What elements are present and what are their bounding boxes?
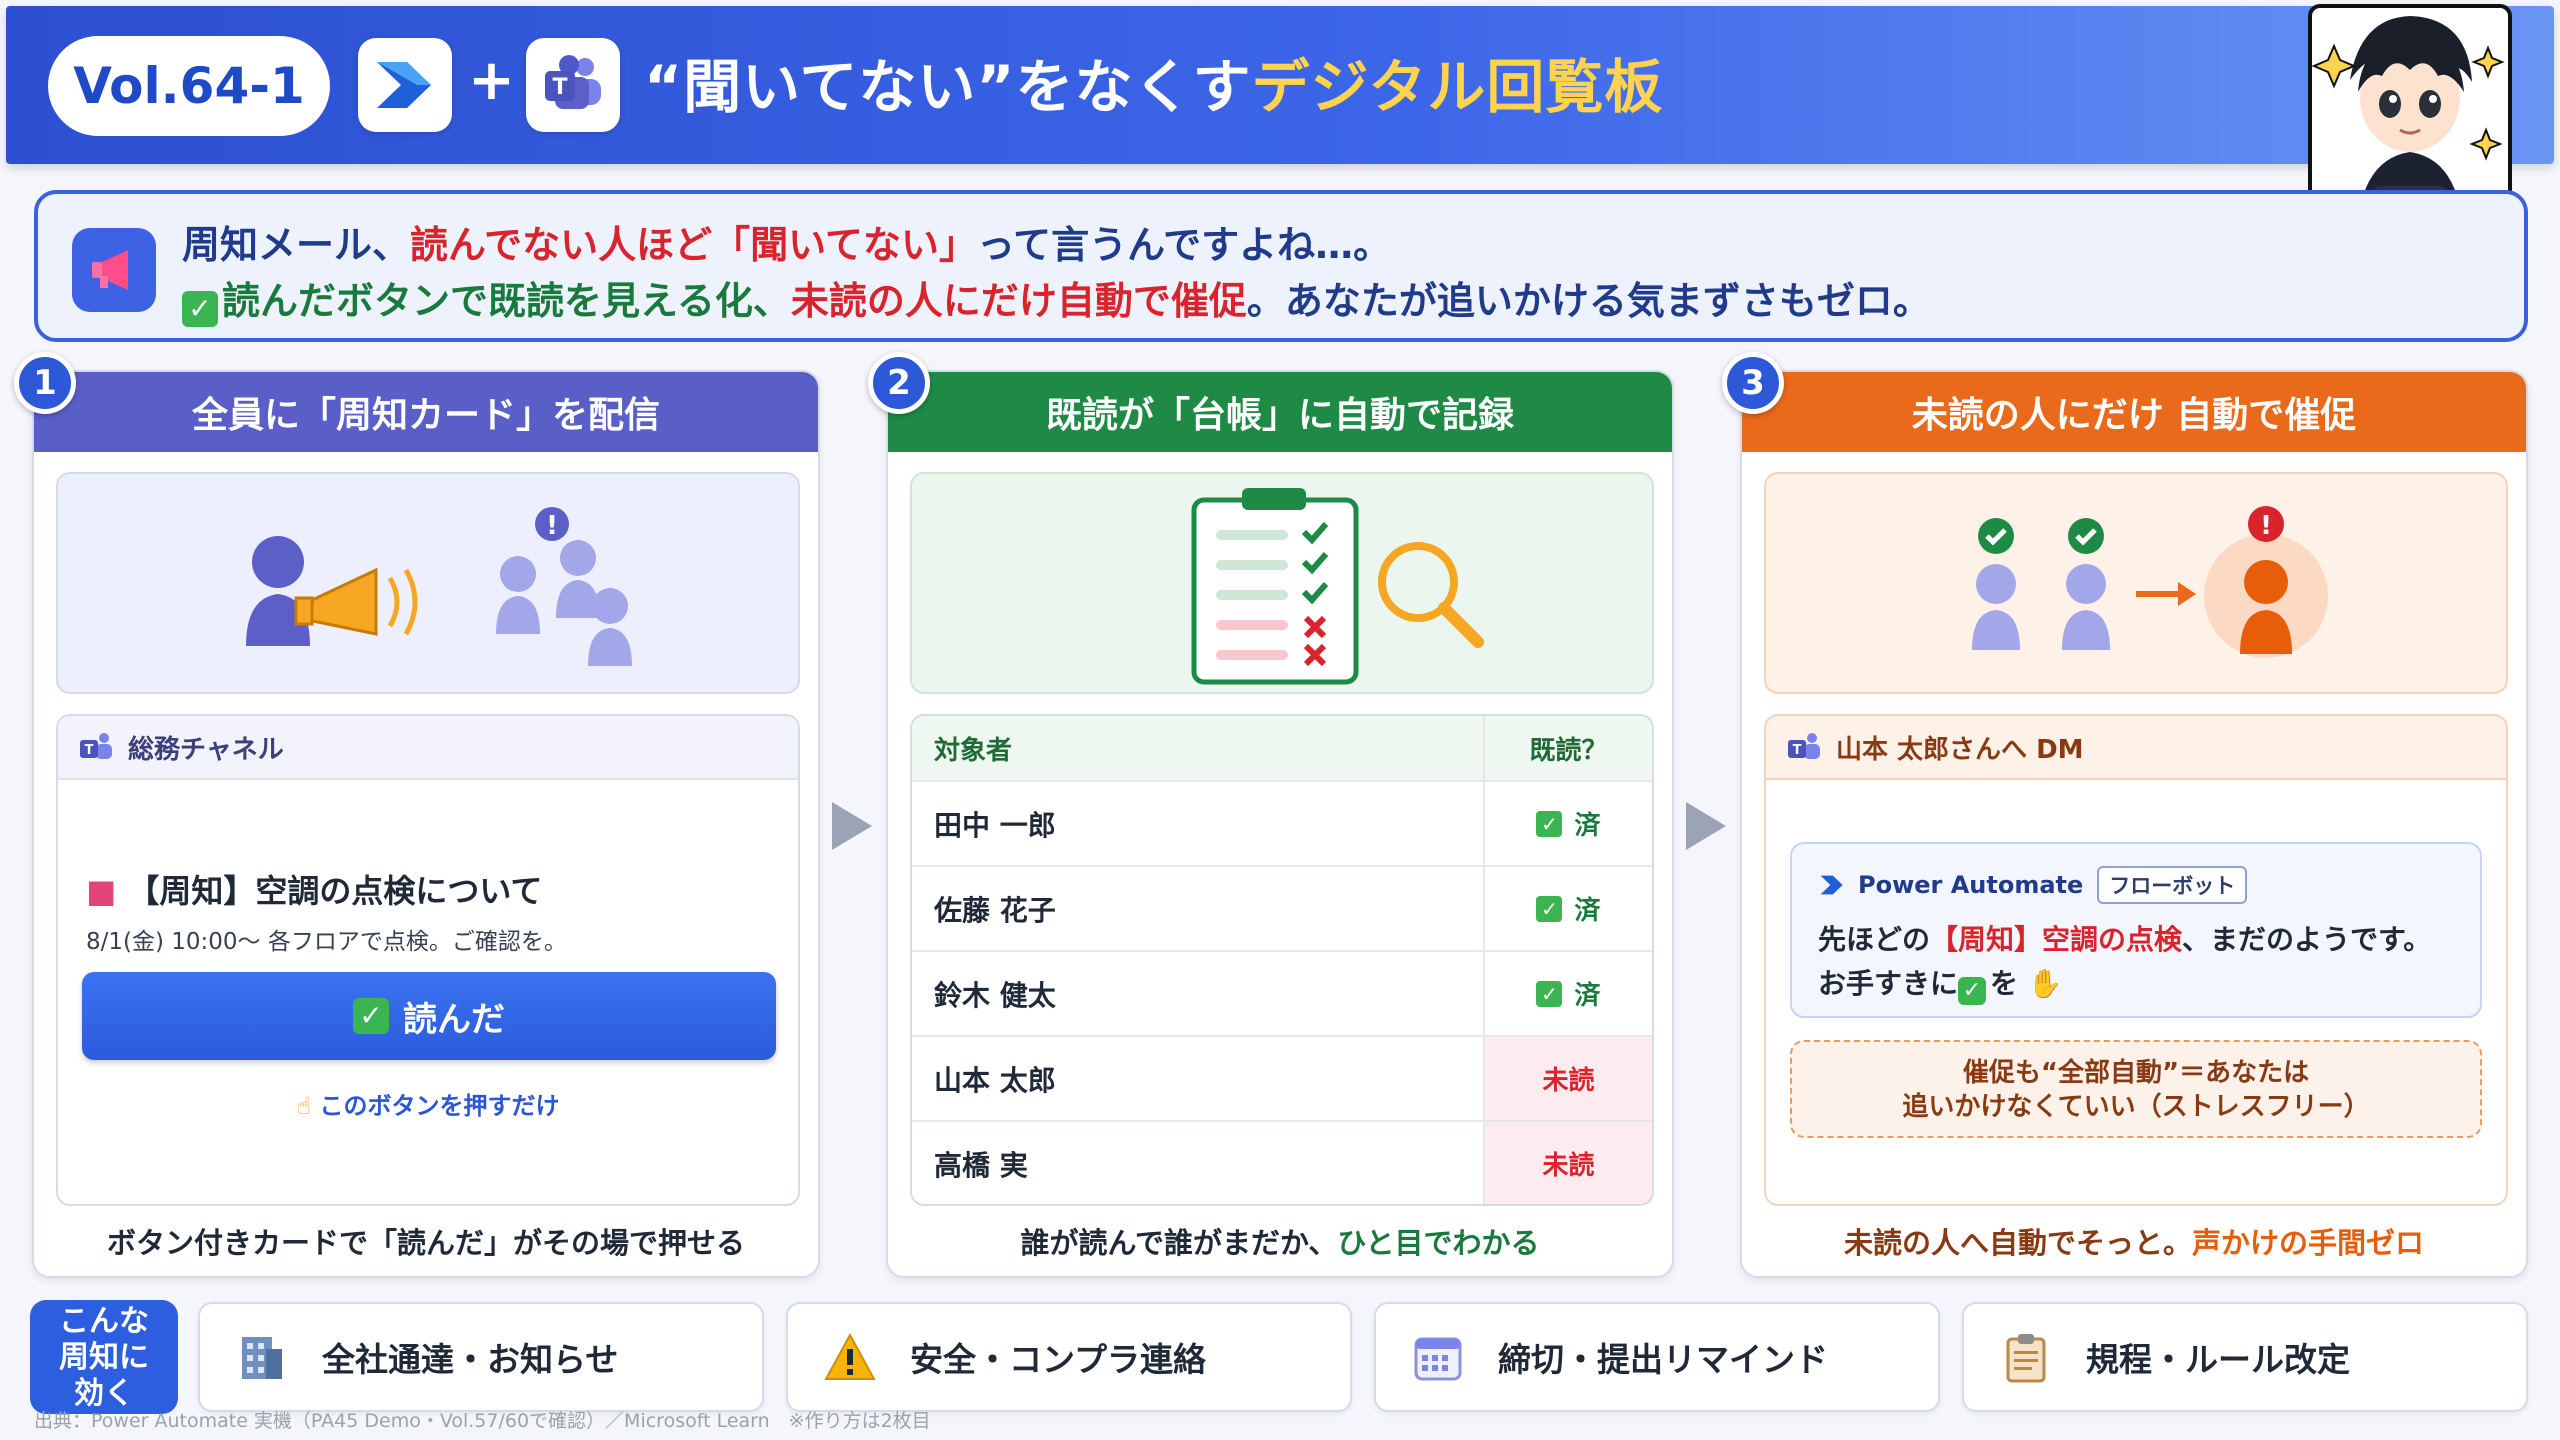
use-case-card: 締切・提出リマインド [1374,1302,1940,1412]
teams-card-preview: T 総務チャネル ■ 【周知】空調の点検について 8/1(金) 10:00〜 各… [56,714,800,1206]
bot-sender: Power Automate フローボット [1818,866,2248,904]
megaphone-icon [72,228,156,312]
table-row: 鈴木 健太 ✓ 済 [912,950,1652,1035]
use-cases-label: こんな 周知に 効く [30,1300,178,1414]
flow-arrow-icon [1686,802,1726,850]
read-button[interactable]: ✓ 読んだ [82,972,776,1060]
office-building-icon [242,1337,282,1379]
svg-text:T: T [552,75,567,100]
stress-free-note: 催促も“全部自動”＝あなたは 追いかけなくていい（ストレスフリー） [1790,1040,2482,1138]
bot-message-line-1: 先ほどの【周知】空調の点検、まだのようです。 [1818,923,2432,956]
step-1-caption: ボタン付きカードで「読んだ」がその場で押せる [106,1226,745,1260]
svg-text:T: T [85,743,94,758]
dm-preview: T 山本 太郎さんへ DM Power Automate フローボット 先ほどの… [1764,714,2508,1206]
step-2-caption: 誰が読んで誰がまだか、ひと目でわかる [1020,1226,1540,1260]
teams-app-icon: T [526,38,620,132]
teams-icon: T [80,733,112,759]
read-ledger-table: 対象者 既読？ 田中 一郎 ✓ 済 佐藤 花子 ✓ 済 鈴木 健太 ✓ 済 山本 太郎… [910,714,1654,1206]
ledger-illustration [910,472,1654,694]
table-row: 山本 太郎 未読 [912,1035,1652,1120]
teams-icon: T [1788,733,1820,759]
button-hint: ☝ このボタンを押すだけ [296,1092,560,1120]
svg-text:!: ! [2260,511,2272,541]
step-3-panel: 未読の人にだけ 自動で催促 ! T 山本 太郎さんへ DM Power Auto… [1740,370,2528,1278]
warning-icon [824,1332,876,1380]
pointing-hand-icon: ☝ [296,1092,320,1120]
check-icon: ✓ [182,291,218,327]
bot-message-line-2: お手すきに ✓ を ✋ [1818,967,2063,1005]
power-automate-icon [377,62,431,108]
dm-header: T 山本 太郎さんへ DM [1766,716,2506,780]
volume-badge: Vol.64-1 [48,36,330,136]
use-case-card: 規程・ルール改定 [1962,1302,2528,1412]
notice-title: ■ 【周知】空調の点検について [86,872,543,910]
power-automate-icon [1820,875,1843,895]
step-3-number: 3 [1722,352,1784,414]
table-row: 高橋 実 未読 [912,1120,1652,1204]
teams-icon: T [545,55,601,109]
source-note: 出典：Power Automate 実機（PA45 Demo・Vol.57/60… [34,1410,931,1432]
megaphone-people-icon: ! [246,507,632,666]
step-1-title: 全員に「周知カード」を配信 [34,372,818,452]
step-2-number: 2 [868,352,930,414]
page-title-accent: デジタル回覧板 [1251,53,1664,121]
check-icon: ✓ [1536,980,1563,1007]
check-icon: ✓ [1536,895,1563,922]
column-header-name: 対象者 [934,735,1013,766]
checklist-magnifier-icon [1191,488,1484,685]
bot-tag: フローボット [2097,866,2248,904]
megaphone-icon: ■ [86,872,128,910]
broadcast-illustration: ! [56,472,800,694]
use-case-card: 全社通達・お知らせ [198,1302,764,1412]
use-case-card: 安全・コンプラ連絡 [786,1302,1352,1412]
reminder-illustration: ! [1764,472,2508,694]
unread-reminder-icon: ! [1972,506,2328,658]
clipboard-icon [2006,1334,2046,1383]
calendar-icon [1414,1337,1462,1381]
step-2-panel: 既読が「台帳」に自動で記録 対象者 既読？ 田中 一郎 ✓ 済 佐藤 花子 ✓ … [886,370,1674,1278]
svg-text:T: T [1793,743,1802,758]
table-row: 田中 一郎 ✓ 済 [912,780,1652,865]
column-header-status: 既読？ [1482,716,1652,780]
notice-detail: 8/1(金) 10:00〜 各フロアで点検。ご確認を。 [86,929,567,955]
svg-text:!: ! [546,511,558,541]
intro-line-1: 周知メール、読んでない人ほど「聞いてない」って言うんですよね…。 [182,223,1392,267]
flow-arrow-icon [832,802,872,850]
pray-hands-icon: ✋ [2018,967,2063,1000]
step-3-caption: 未読の人へ自動でそっと。声かけの手間ゼロ [1843,1226,2425,1260]
plus-sign: + [468,48,515,113]
step-1-panel: 全員に「周知カード」を配信 ! T 総務チャネル ■ 【周知】空調の点検について… [32,370,820,1278]
intro-line-2: ✓ 読んだボタンで既読を見える化、未読の人にだけ自動で催促。あなたが追いかける気ま… [182,270,1931,327]
step-2-title: 既読が「台帳」に自動で記録 [888,372,1672,452]
page-title: “聞いてない”をなくすデジタル回覧板 [644,53,1664,121]
bot-message: Power Automate フローボット 先ほどの【周知】空調の点検、まだのよ… [1790,842,2482,1018]
power-automate-app-icon [358,38,452,132]
table-row: 佐藤 花子 ✓ 済 [912,865,1652,950]
check-icon: ✓ [1536,810,1563,837]
step-3-title: 未読の人にだけ 自動で催促 [1742,372,2526,452]
check-icon: ✓ [1958,977,1987,1005]
check-icon: ✓ [353,998,389,1034]
table-header: 対象者 既読？ [912,716,1652,780]
channel-header: T 総務チャネル [58,716,798,780]
step-1-number: 1 [14,352,76,414]
